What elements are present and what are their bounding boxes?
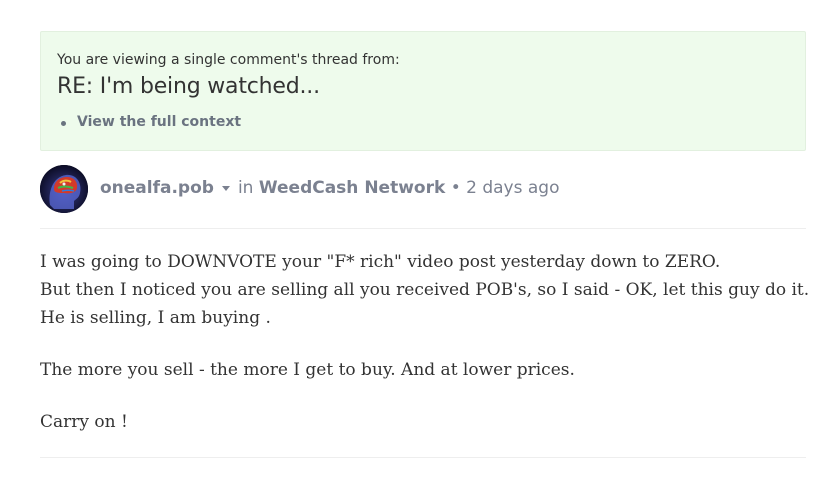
comment-header: onealfa.pob in WeedCash Network • 2 days …	[40, 165, 806, 213]
comment-paragraph: I was going to DOWNVOTE your "F* rich" v…	[40, 248, 810, 332]
author-name[interactable]: onealfa.pob	[100, 178, 214, 198]
community-link[interactable]: WeedCash Network	[259, 178, 445, 198]
context-links: View the full context	[61, 114, 241, 130]
comment-line: Carry on !	[40, 412, 128, 432]
comment-meta: onealfa.pob in WeedCash Network • 2 days …	[100, 178, 559, 198]
view-full-context-link[interactable]: View the full context	[77, 114, 241, 130]
comment-paragraph: The more you sell - the more I get to bu…	[40, 356, 810, 384]
header-divider	[40, 228, 806, 229]
comment-body: I was going to DOWNVOTE your "F* rich" v…	[40, 248, 810, 460]
thread-context-box: You are viewing a single comment's threa…	[40, 31, 806, 151]
comment-timestamp[interactable]: 2 days ago	[466, 178, 559, 198]
footer-divider	[40, 457, 806, 458]
avatar[interactable]	[40, 165, 88, 213]
bullet-icon	[61, 121, 66, 126]
comment-line: The more you sell - the more I get to bu…	[40, 360, 575, 380]
context-link-item: View the full context	[61, 114, 241, 130]
context-title[interactable]: RE: I'm being watched...	[57, 74, 320, 99]
in-label: in	[237, 178, 254, 198]
comment-paragraph: Carry on !	[40, 408, 810, 436]
meta-separator: •	[450, 178, 461, 198]
chevron-down-icon[interactable]	[221, 185, 230, 191]
comment-line: He is selling, I am buying .	[40, 308, 271, 328]
comment-line: I was going to DOWNVOTE your "F* rich" v…	[40, 252, 721, 272]
avatar-brain-icon	[40, 165, 88, 213]
context-intro: You are viewing a single comment's threa…	[57, 52, 400, 68]
comment-line: But then I noticed you are selling all y…	[40, 280, 810, 300]
